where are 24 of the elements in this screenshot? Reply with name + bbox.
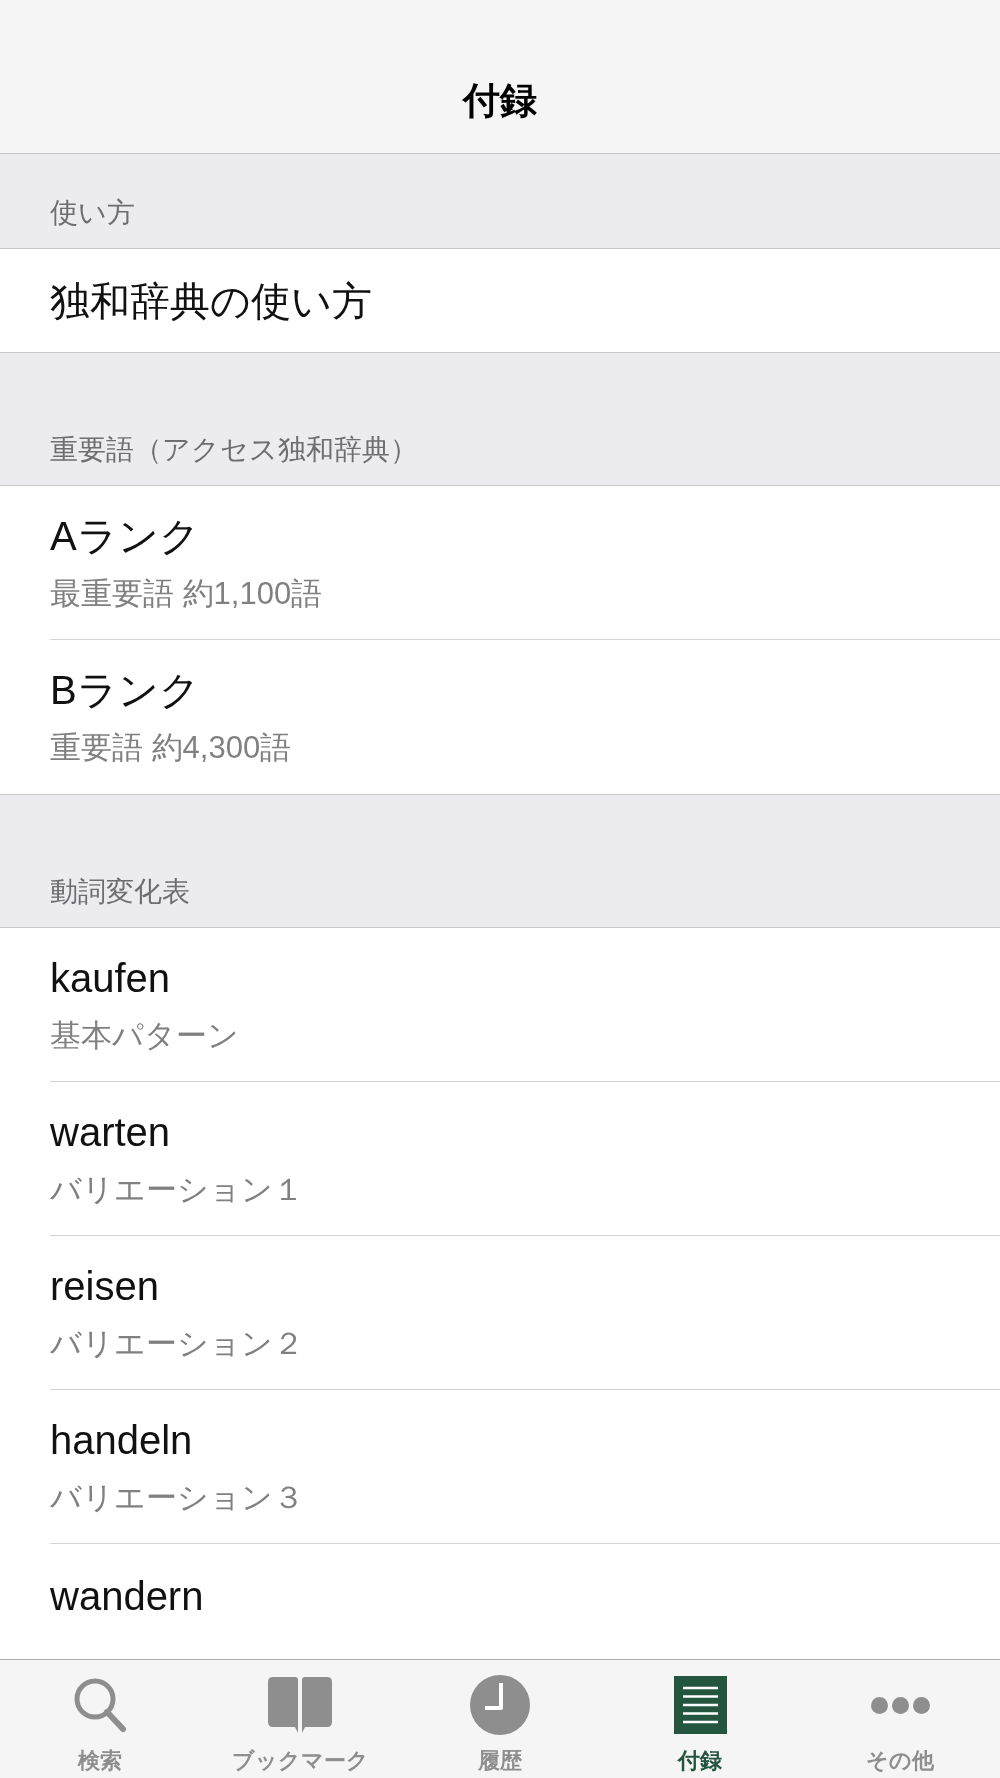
- row-subtitle: バリエーション２: [50, 1324, 304, 1363]
- section-title: 使い方: [50, 196, 135, 230]
- row-title: warten: [50, 1108, 171, 1156]
- row-title: Aランク: [50, 512, 200, 560]
- row-subtitle: 基本パターン: [50, 1016, 239, 1055]
- row-title: Bランク: [50, 667, 200, 714]
- row-subtitle: バリエーション３: [50, 1478, 304, 1517]
- tab[interactable]: 付録: [600, 1660, 800, 1778]
- row-subtitle: 最重要語 約1,100語: [50, 574, 323, 613]
- row-title: handeln: [50, 1416, 193, 1464]
- clock-icon: [470, 1675, 530, 1735]
- row-title: kaufen: [50, 954, 171, 1002]
- search-icon: [73, 1677, 127, 1733]
- list-icon: [673, 1676, 727, 1734]
- book-icon: [267, 1677, 333, 1733]
- nav-title: 付録: [463, 79, 537, 123]
- row-title: reisen: [50, 1262, 159, 1310]
- section-title: 動詞変化表: [50, 875, 190, 909]
- row-subtitle: バリエーション１: [50, 1170, 304, 1209]
- section-title: 重要語（アクセス独和辞典）: [50, 433, 418, 467]
- more-icon: [870, 1696, 930, 1714]
- row-title: wandern: [50, 1572, 204, 1620]
- row-title: 独和辞典の使い方: [50, 277, 372, 325]
- row-subtitle: 重要語 約4,300語: [50, 729, 292, 767]
